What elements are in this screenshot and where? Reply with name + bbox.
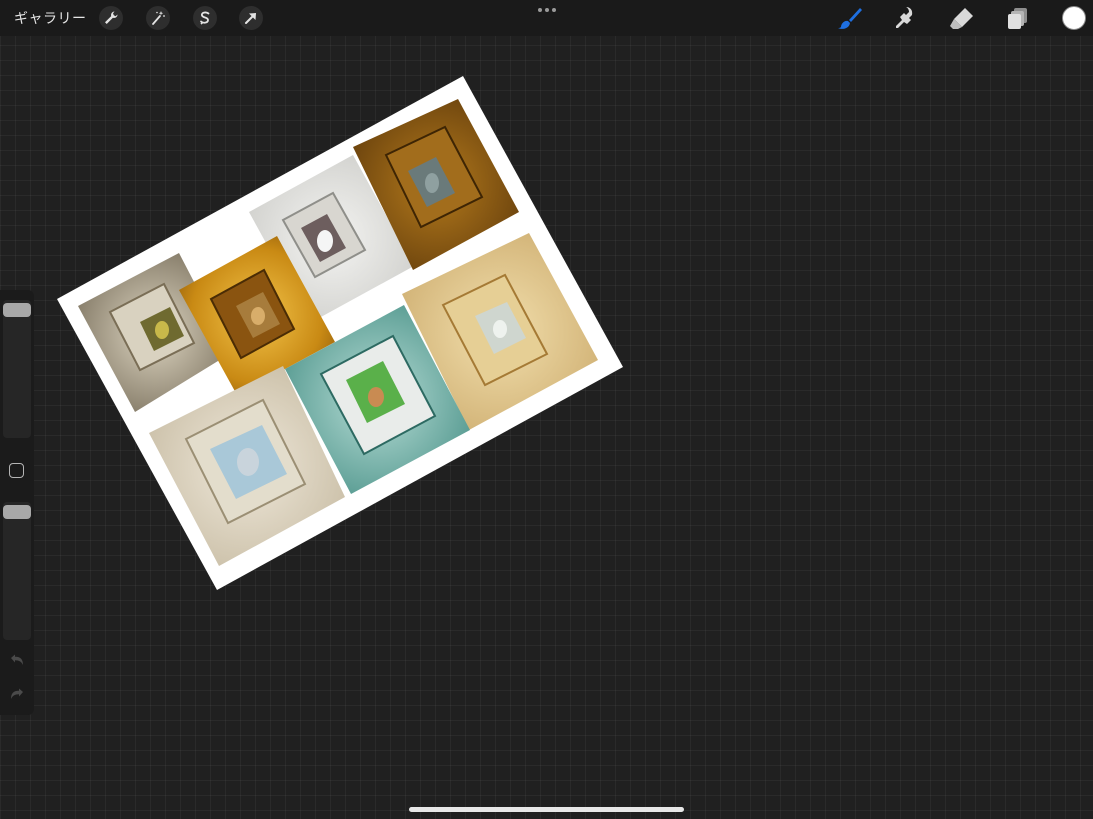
smudge-icon	[896, 7, 913, 28]
undo-icon	[11, 654, 23, 665]
transform-button[interactable]	[239, 6, 263, 30]
layers-icon	[1008, 8, 1027, 29]
selection-button[interactable]	[193, 6, 217, 30]
top-toolbar: ギャラリー	[0, 0, 1093, 36]
magic-wand-icon	[152, 11, 165, 25]
dot-icon	[545, 8, 549, 12]
dot-icon	[538, 8, 542, 12]
brush-icon	[838, 8, 862, 29]
undo-button[interactable]	[8, 652, 26, 668]
layers-button[interactable]	[1004, 4, 1032, 32]
more-options-button[interactable]	[533, 4, 561, 16]
modify-button[interactable]	[9, 463, 24, 478]
redo-button[interactable]	[8, 686, 26, 702]
smudge-tool-button[interactable]	[891, 4, 919, 32]
eraser-icon	[950, 8, 973, 29]
transform-arrow-icon	[245, 13, 256, 24]
dot-icon	[552, 8, 556, 12]
opacity-slider-thumb[interactable]	[3, 505, 31, 519]
opacity-slider[interactable]	[3, 502, 31, 640]
color-picker-button[interactable]	[1062, 6, 1086, 30]
wrench-icon	[105, 11, 118, 24]
left-sidebar	[0, 290, 34, 715]
brush-size-slider-thumb[interactable]	[3, 303, 31, 317]
procreate-app: ギャラリー	[0, 0, 1093, 819]
gallery-button[interactable]: ギャラリー	[14, 8, 87, 28]
home-indicator[interactable]	[409, 807, 684, 812]
canvas-artwork[interactable]	[57, 76, 627, 594]
erase-tool-button[interactable]	[948, 4, 976, 32]
adjustments-button[interactable]	[146, 6, 170, 30]
redo-icon	[11, 688, 23, 699]
brush-size-slider[interactable]	[3, 300, 31, 438]
paint-tool-button[interactable]	[836, 4, 864, 32]
actions-button[interactable]	[99, 6, 123, 30]
selection-s-icon	[200, 11, 210, 25]
